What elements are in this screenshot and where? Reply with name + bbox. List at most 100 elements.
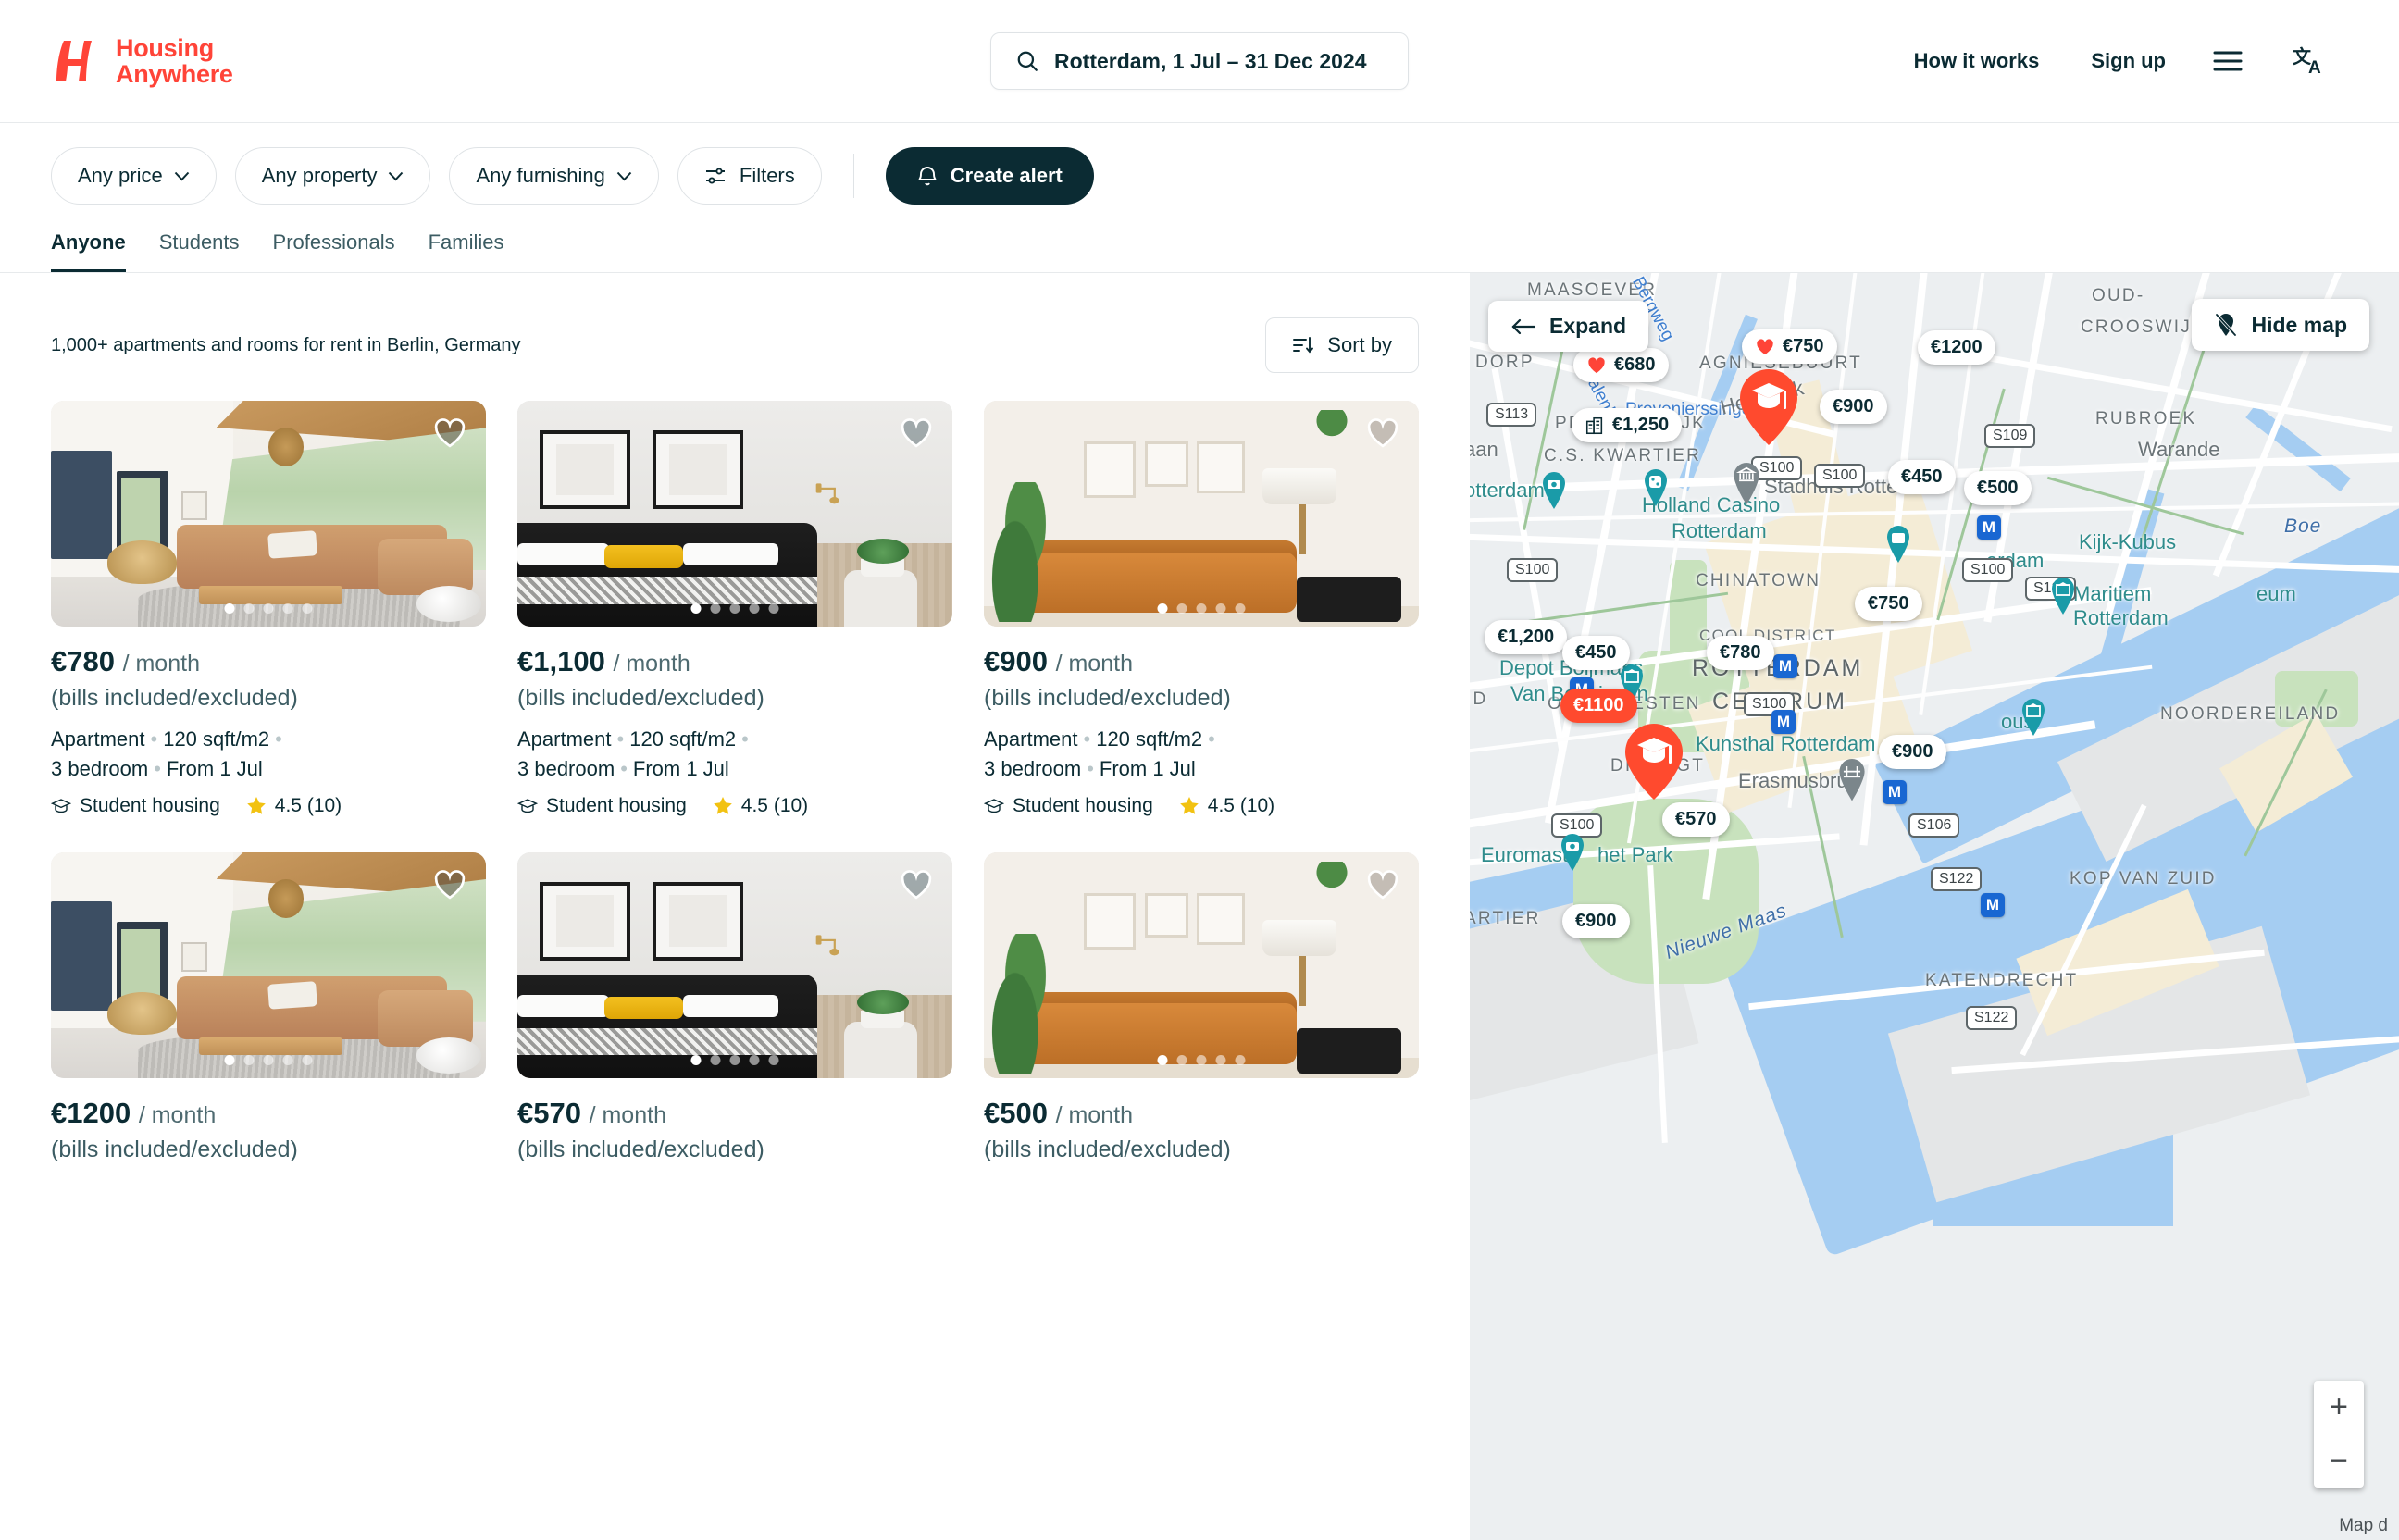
hamburger-menu-button[interactable] <box>2192 49 2264 73</box>
carousel-dot[interactable] <box>729 1054 740 1065</box>
search-input[interactable]: Rotterdam, 1 Jul – 31 Dec 2024 <box>990 32 1409 90</box>
favorite-button[interactable] <box>1365 417 1400 453</box>
map-price-pin[interactable]: €500 <box>1964 471 2032 505</box>
carousel-dot[interactable] <box>749 1054 760 1065</box>
photo-carousel-dots[interactable] <box>1157 1054 1246 1065</box>
listing-card[interactable]: €900 / month (bills included/excluded) A… <box>984 401 1419 817</box>
map-panel[interactable]: MAASOEVER OUD- CROOSWIJK DORP AGNIESEBUU… <box>1470 273 2399 1540</box>
bridge-poi-pin[interactable] <box>1836 759 1868 801</box>
map-price-pin[interactable]: €900 <box>1820 390 1887 424</box>
camera-poi-pin[interactable] <box>1559 834 1586 871</box>
photo-carousel-dots[interactable] <box>690 1054 779 1065</box>
carousel-dot[interactable] <box>1215 603 1226 614</box>
carousel-dot[interactable] <box>768 1054 779 1065</box>
tab-professionals[interactable]: Professionals <box>273 230 395 272</box>
photo-carousel-dots[interactable] <box>224 1054 313 1065</box>
carousel-dot[interactable] <box>302 1054 313 1065</box>
carousel-dot[interactable] <box>243 603 255 614</box>
selected-listing-pin[interactable] <box>1740 369 1797 445</box>
carousel-dot[interactable] <box>768 603 779 614</box>
camera-poi-pin[interactable] <box>1540 472 1568 509</box>
sort-by-button[interactable]: Sort by <box>1265 317 1419 373</box>
metro-station-icon[interactable]: M <box>1771 710 1796 734</box>
map-price-pin[interactable]: €750 <box>1742 329 1837 364</box>
listing-photo-sofa-room[interactable] <box>984 851 1419 1078</box>
filter-any-furnishing[interactable]: Any furnishing <box>449 147 659 205</box>
carousel-dot[interactable] <box>690 1054 702 1065</box>
casino-poi-pin[interactable] <box>1642 469 1670 506</box>
tab-families[interactable]: Families <box>429 230 504 272</box>
museum-poi-pin[interactable] <box>2020 699 2047 736</box>
carousel-dot[interactable] <box>1215 1054 1226 1065</box>
map-price-pin[interactable]: €450 <box>1888 460 1956 494</box>
carousel-dot[interactable] <box>282 603 293 614</box>
map-price-pin[interactable]: €570 <box>1662 802 1730 837</box>
carousel-dot[interactable] <box>1235 603 1246 614</box>
carousel-dot[interactable] <box>1235 1054 1246 1065</box>
carousel-dot[interactable] <box>1157 603 1168 614</box>
map-price-pin[interactable]: €1,250 <box>1572 408 1683 442</box>
logo[interactable]: Housing Anywhere <box>51 34 233 87</box>
create-alert-button[interactable]: Create alert <box>885 147 1094 205</box>
favorite-button[interactable] <box>899 869 934 905</box>
map-price-pin-selected[interactable]: €1100 <box>1560 689 1637 723</box>
selected-listing-pin[interactable] <box>1625 724 1683 800</box>
carousel-dot[interactable] <box>302 603 313 614</box>
map-zoom-controls[interactable]: + − <box>2314 1381 2364 1488</box>
map-price-pin[interactable]: €1200 <box>1918 330 1995 365</box>
carousel-dot[interactable] <box>690 603 702 614</box>
photo-carousel-dots[interactable] <box>224 603 313 614</box>
zoom-in-button[interactable]: + <box>2314 1381 2364 1434</box>
map-price-pin[interactable]: €750 <box>1855 587 1922 621</box>
carousel-dot[interactable] <box>282 1054 293 1065</box>
carousel-dot[interactable] <box>1176 603 1187 614</box>
tab-anyone[interactable]: Anyone <box>51 230 126 272</box>
carousel-dot[interactable] <box>243 1054 255 1065</box>
listing-photo-living-room[interactable] <box>51 851 486 1078</box>
map-price-pin[interactable]: €1,200 <box>1485 620 1568 654</box>
listing-card[interactable]: €1200 / month (bills included/excluded) <box>51 851 486 1163</box>
map-price-pin[interactable]: €780 <box>1707 636 1774 670</box>
metro-station-icon[interactable]: M <box>1883 780 1907 804</box>
listing-photo-sofa-room[interactable] <box>984 401 1419 627</box>
listing-card[interactable]: €1,100 / month (bills included/excluded)… <box>517 401 952 817</box>
carousel-dot[interactable] <box>224 1054 235 1065</box>
favorite-button[interactable] <box>432 417 467 453</box>
filter-any-price[interactable]: Any price <box>51 147 217 205</box>
metro-station-icon[interactable]: M <box>1977 515 2001 540</box>
map-price-pin[interactable]: €900 <box>1879 735 1946 769</box>
language-button[interactable]: 文 A <box>2272 45 2348 77</box>
map-price-pin[interactable]: €680 <box>1573 348 1669 382</box>
tab-students[interactable]: Students <box>159 230 240 272</box>
carousel-dot[interactable] <box>710 603 721 614</box>
carousel-dot[interactable] <box>1157 1054 1168 1065</box>
zoom-out-button[interactable]: − <box>2314 1434 2364 1488</box>
listing-photo-bedroom[interactable] <box>517 851 952 1078</box>
listing-card[interactable]: €780 / month (bills included/excluded) A… <box>51 401 486 817</box>
carousel-dot[interactable] <box>263 603 274 614</box>
carousel-dot[interactable] <box>1196 603 1207 614</box>
how-it-works-link[interactable]: How it works <box>1888 49 2066 73</box>
filter-any-property[interactable]: Any property <box>234 147 431 205</box>
carousel-dot[interactable] <box>710 1054 721 1065</box>
photo-carousel-dots[interactable] <box>690 603 779 614</box>
listing-card[interactable]: €570 / month (bills included/excluded) <box>517 851 952 1163</box>
expand-map-button[interactable]: Expand <box>1488 301 1649 352</box>
carousel-dot[interactable] <box>224 603 235 614</box>
carousel-dot[interactable] <box>263 1054 274 1065</box>
metro-station-icon[interactable]: M <box>1981 893 2005 917</box>
map-price-pin[interactable]: €450 <box>1562 636 1630 670</box>
map-price-pin[interactable]: €900 <box>1562 904 1630 938</box>
photo-carousel-dots[interactable] <box>1157 603 1246 614</box>
listing-card[interactable]: €500 / month (bills included/excluded) <box>984 851 1419 1163</box>
shop-poi-pin[interactable] <box>1884 526 1912 563</box>
filters-button[interactable]: Filters <box>677 147 822 205</box>
carousel-dot[interactable] <box>749 603 760 614</box>
favorite-button[interactable] <box>899 417 934 453</box>
hide-map-button[interactable]: Hide map <box>2192 299 2369 351</box>
sign-up-link[interactable]: Sign up <box>2065 49 2192 73</box>
favorite-button[interactable] <box>432 869 467 905</box>
metro-station-icon[interactable]: M <box>1773 654 1797 678</box>
carousel-dot[interactable] <box>1176 1054 1187 1065</box>
carousel-dot[interactable] <box>729 603 740 614</box>
